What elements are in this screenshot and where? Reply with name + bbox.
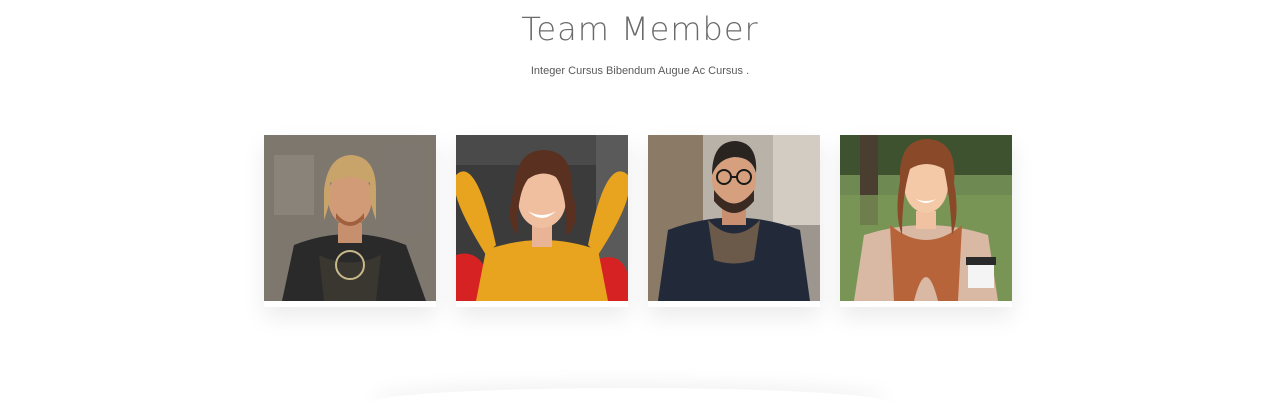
team-member-card-2[interactable] <box>456 135 628 307</box>
man-long-hair-photo-image <box>264 135 436 301</box>
man-long-hair-photo[interactable] <box>264 135 436 301</box>
team-member-card-1[interactable] <box>264 135 436 307</box>
team-member-card-4[interactable] <box>840 135 1012 307</box>
section-title: Team Member <box>521 10 759 48</box>
woman-yellow-shirt-photo[interactable] <box>456 135 628 301</box>
section-subtitle: Integer Cursus Bibendum Augue Ac Cursus … <box>530 65 750 77</box>
man-glasses-jacket-photo-image <box>648 135 820 301</box>
team-grid <box>264 135 1012 307</box>
woman-yellow-shirt-photo-image <box>456 135 628 301</box>
woman-scarf-coffee-photo-image <box>840 135 1012 301</box>
section-divider-shadow <box>370 388 890 403</box>
man-glasses-jacket-photo[interactable] <box>648 135 820 301</box>
team-member-card-3[interactable] <box>648 135 820 307</box>
team-section: Team Member Integer Cursus Bibendum Augu… <box>0 0 1280 403</box>
woman-scarf-coffee-photo[interactable] <box>840 135 1012 301</box>
